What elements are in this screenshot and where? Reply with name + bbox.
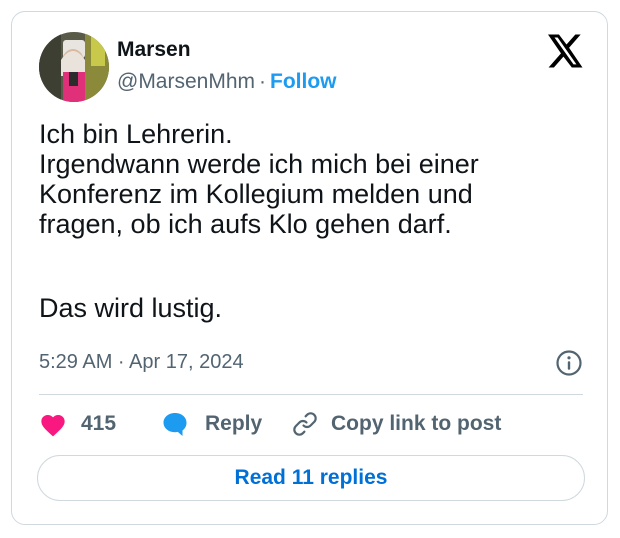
post-text-line: Irgendwann werde ich mich bei einer	[39, 149, 479, 179]
action-bar: 415 Reply Copy link to post	[39, 409, 583, 439]
reply-label: Reply	[205, 412, 263, 435]
link-icon	[291, 410, 319, 438]
follow-button[interactable]: Follow	[270, 70, 337, 93]
read-replies-button[interactable]: Read 11 replies	[37, 455, 585, 501]
avatar[interactable]	[39, 32, 109, 102]
author-handle-row: @MarsenMhm · Follow	[117, 69, 337, 95]
author-handle[interactable]: @MarsenMhm	[117, 70, 255, 93]
author-name[interactable]: Marsen	[117, 37, 191, 63]
post-text-line: Ich bin Lehrerin.	[39, 119, 233, 149]
like-button[interactable]: 415	[39, 409, 116, 439]
separator-dot: ·	[259, 70, 267, 93]
avatar-photo	[39, 32, 109, 102]
reply-button[interactable]: Reply	[161, 409, 262, 439]
x-logo-icon[interactable]	[548, 34, 584, 68]
post-card: Marsen @MarsenMhm · Follow Ich bin Lehreri…	[11, 11, 608, 525]
like-count: 415	[81, 412, 117, 435]
info-icon[interactable]	[555, 349, 583, 377]
copy-link-button[interactable]: Copy link to post	[291, 409, 501, 439]
speech-bubble-icon	[161, 410, 189, 438]
post-text-line: Das wird lustig.	[39, 293, 223, 323]
post-text: Ich bin Lehrerin. Irgendwann werde ich m…	[39, 119, 579, 323]
post-text-line: fragen, ob ich aufs Klo gehen darf.	[39, 209, 452, 239]
post-text-line: Konferenz im Kollegium melden und	[39, 179, 473, 209]
post-timestamp[interactable]: 5:29 AM · Apr 17, 2024	[39, 349, 244, 375]
heart-icon	[39, 411, 67, 437]
copy-link-label: Copy link to post	[331, 412, 502, 435]
divider	[39, 394, 583, 395]
